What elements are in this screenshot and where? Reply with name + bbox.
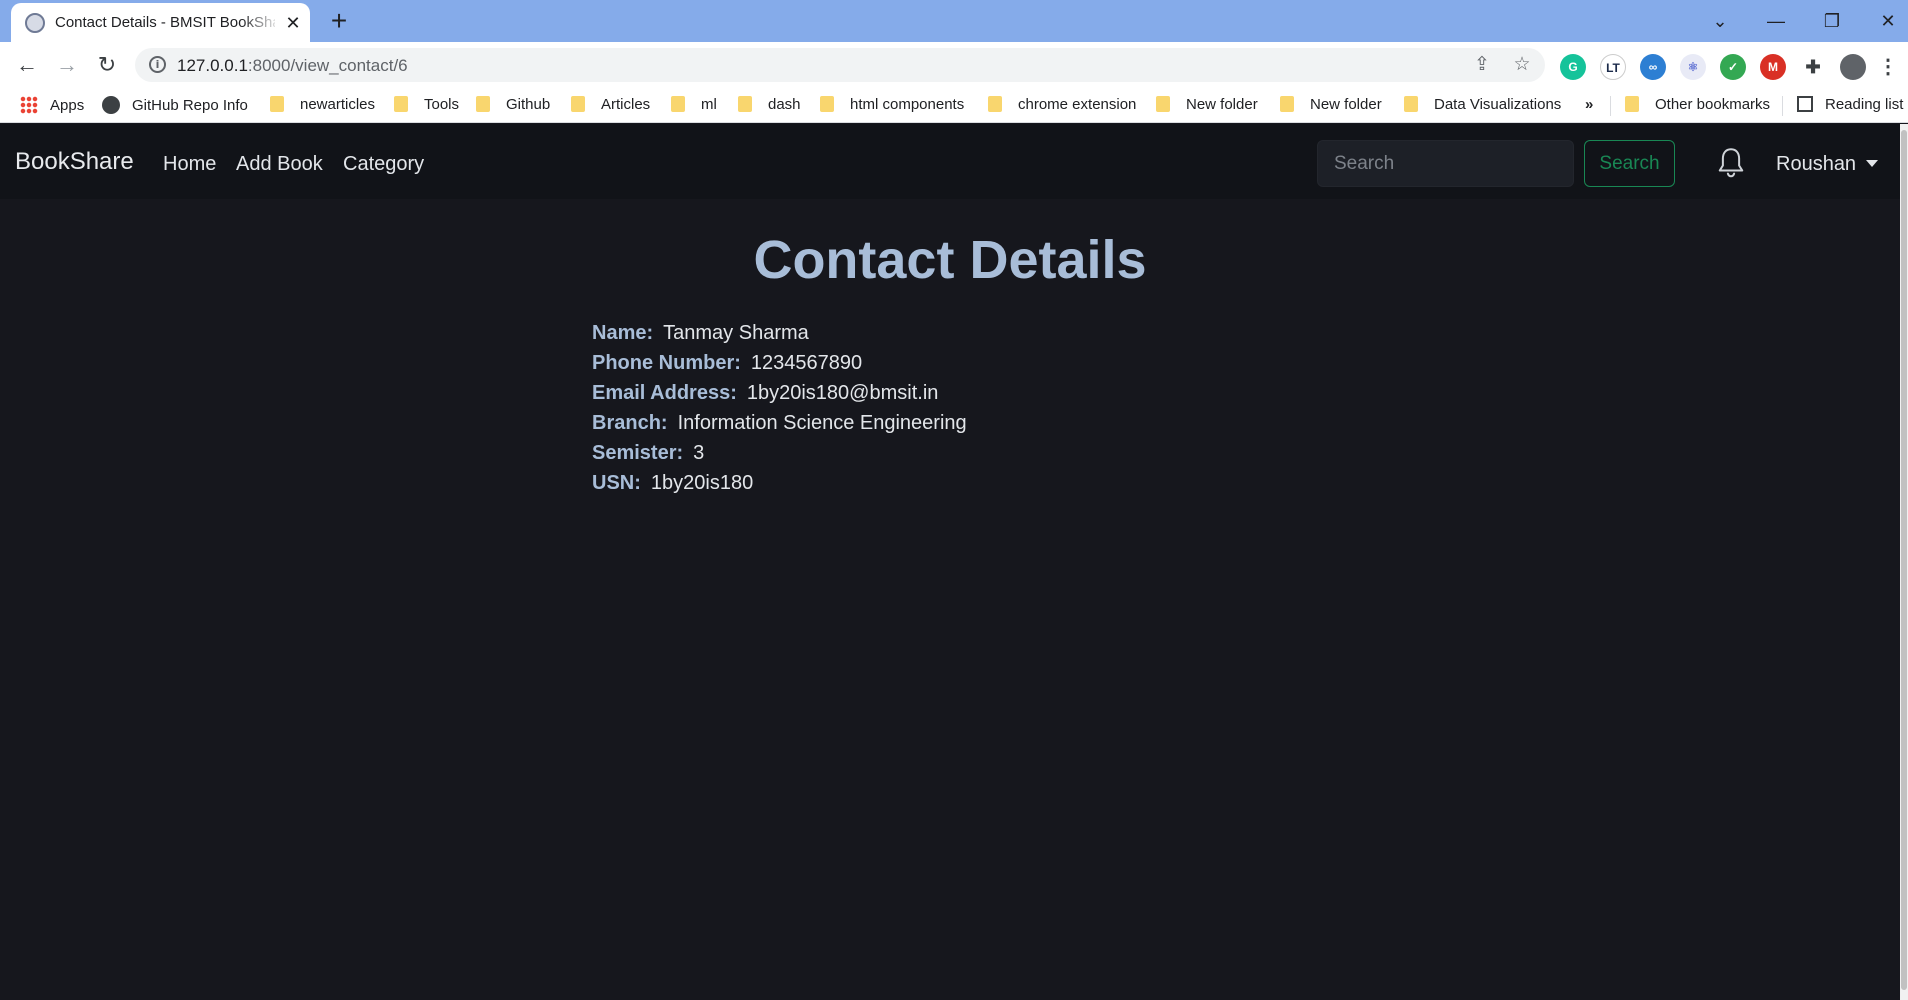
folder-icon	[476, 96, 490, 112]
page-title: Contact Details	[753, 230, 1147, 290]
bookmarks-bar: Apps GitHub Repo Info newarticles Tools …	[0, 88, 1908, 123]
tab-close-icon[interactable]: ✕	[281, 11, 305, 35]
bookmark-folder[interactable]: Tools	[394, 96, 459, 116]
browser-menu-icon[interactable]: ⋮	[1878, 54, 1898, 80]
bookmark-folder[interactable]: Github	[476, 96, 550, 116]
folder-icon	[738, 96, 752, 112]
bookmark-folder[interactable]: ml	[671, 96, 717, 116]
detail-label: Name:	[592, 322, 654, 344]
site-info-icon[interactable]: i	[149, 56, 166, 73]
forward-arrow-icon[interactable]: →	[52, 50, 82, 80]
detail-label: Email Address:	[592, 382, 737, 404]
folder-icon	[671, 96, 685, 112]
window-close-icon[interactable]: ✕	[1868, 6, 1908, 36]
page-scrollbar[interactable]	[1900, 124, 1908, 1000]
grammarly-extension-icon[interactable]: G	[1560, 54, 1586, 80]
reading-list[interactable]: Reading list	[1797, 96, 1903, 116]
bookmark-folder[interactable]: newarticles	[270, 96, 375, 116]
nav-link-category[interactable]: Category	[343, 153, 424, 176]
detail-row-branch: Branch: Information Science Engineering	[592, 412, 967, 442]
bookmark-other-bookmarks[interactable]: Other bookmarks	[1625, 96, 1770, 116]
detail-label: Semister:	[592, 442, 684, 464]
detail-value: Tanmay Sharma	[663, 322, 809, 344]
folder-icon	[1280, 96, 1294, 112]
detail-label: Phone Number:	[592, 352, 741, 374]
back-arrow-icon[interactable]: ←	[12, 50, 42, 80]
infinity-extension-icon[interactable]: ∞	[1640, 54, 1666, 80]
tab-search-chevron-icon[interactable]: ⌄	[1700, 6, 1740, 36]
bookmark-folder[interactable]: chrome extension	[988, 96, 1136, 116]
contact-details-list: Name: Tanmay Sharma Phone Number: 12345678…	[592, 322, 967, 502]
globe-icon	[102, 96, 120, 114]
new-tab-icon[interactable]: +	[324, 6, 354, 36]
bookmark-folder[interactable]: html components	[820, 96, 964, 116]
user-dropdown[interactable]: Roushan	[1776, 153, 1879, 176]
user-name: Roushan	[1776, 153, 1857, 175]
detail-row-usn: USN: 1by20is180	[592, 472, 967, 502]
languagetool-extension-icon[interactable]: LT	[1600, 54, 1626, 80]
detail-row-name: Name: Tanmay Sharma	[592, 322, 967, 352]
bookmark-folder[interactable]: Data Visualizations	[1404, 96, 1561, 116]
react-extension-icon[interactable]: ⚛	[1680, 54, 1706, 80]
site-navbar: BookShare Home Add Book Category Search …	[0, 124, 1900, 199]
url-text[interactable]: 127.0.0.1:8000/view_contact/6	[177, 56, 408, 76]
browser-tab[interactable]: Contact Details - BMSIT BookShare ✕	[11, 3, 310, 42]
detail-value: 1234567890	[750, 352, 863, 374]
folder-icon	[988, 96, 1002, 112]
folder-icon	[394, 96, 408, 112]
detail-label: USN:	[592, 472, 641, 494]
detail-row-phone: Phone Number: 1234567890	[592, 352, 967, 382]
shield-extension-icon[interactable]: ✓	[1720, 54, 1746, 80]
tab-favicon-icon	[25, 13, 45, 33]
bookmark-folder[interactable]: Articles	[571, 96, 650, 116]
nav-link-add-book[interactable]: Add Book	[236, 153, 323, 176]
detail-value: 3	[693, 442, 705, 464]
search-button[interactable]: Search	[1584, 140, 1675, 187]
detail-row-semester: Semister: 3	[592, 442, 967, 472]
folder-icon	[1156, 96, 1170, 112]
bookmark-apps[interactable]: Apps	[20, 96, 84, 116]
address-bar[interactable]: i 127.0.0.1:8000/view_contact/6 ⇪ ☆	[135, 48, 1545, 82]
folder-icon	[1625, 96, 1639, 112]
detail-value: 1by20is180@bmsit.in	[746, 382, 939, 404]
nav-link-home[interactable]: Home	[163, 153, 216, 176]
search-input[interactable]	[1317, 140, 1574, 187]
detail-value: Information Science Engineering	[677, 412, 967, 434]
minimize-icon[interactable]: —	[1756, 6, 1796, 36]
caret-down-icon	[1866, 160, 1879, 167]
scrollbar-thumb[interactable]	[1901, 130, 1907, 990]
brand-link[interactable]: BookShare	[15, 148, 134, 176]
reading-list-icon	[1797, 96, 1813, 112]
bookmark-folder[interactable]: dash	[738, 96, 801, 116]
detail-row-email: Email Address: 1by20is180@bmsit.in	[592, 382, 967, 412]
m-extension-icon[interactable]: M	[1760, 54, 1786, 80]
bookmark-folder[interactable]: New folder	[1156, 96, 1258, 116]
reload-icon[interactable]: ↻	[92, 50, 122, 80]
browser-toolbar: ← → ↻ i 127.0.0.1:8000/view_contact/6 ⇪ …	[0, 42, 1908, 88]
share-icon[interactable]: ⇪	[1470, 53, 1494, 77]
apps-grid-icon	[20, 96, 38, 114]
notification-bell-icon[interactable]	[1716, 146, 1746, 180]
browser-tab-strip: Contact Details - BMSIT BookShare ✕ + ⌄ …	[0, 0, 1908, 42]
bookmarks-overflow-chevron-icon[interactable]: »	[1585, 96, 1593, 116]
folder-icon	[820, 96, 834, 112]
profile-avatar[interactable]	[1840, 54, 1866, 80]
bookmark-star-icon[interactable]: ☆	[1510, 53, 1534, 77]
folder-icon	[571, 96, 585, 112]
bookmark-folder[interactable]: New folder	[1280, 96, 1382, 116]
folder-icon	[270, 96, 284, 112]
folder-icon	[1404, 96, 1418, 112]
page-content: BookShare Home Add Book Category Search …	[0, 124, 1900, 1000]
detail-value: 1by20is180	[650, 472, 754, 494]
extensions-puzzle-icon[interactable]: ✚	[1800, 54, 1826, 80]
restore-icon[interactable]: ❐	[1812, 6, 1852, 36]
bookmark-github-repo-info[interactable]: GitHub Repo Info	[102, 96, 248, 116]
detail-label: Branch:	[592, 412, 668, 434]
